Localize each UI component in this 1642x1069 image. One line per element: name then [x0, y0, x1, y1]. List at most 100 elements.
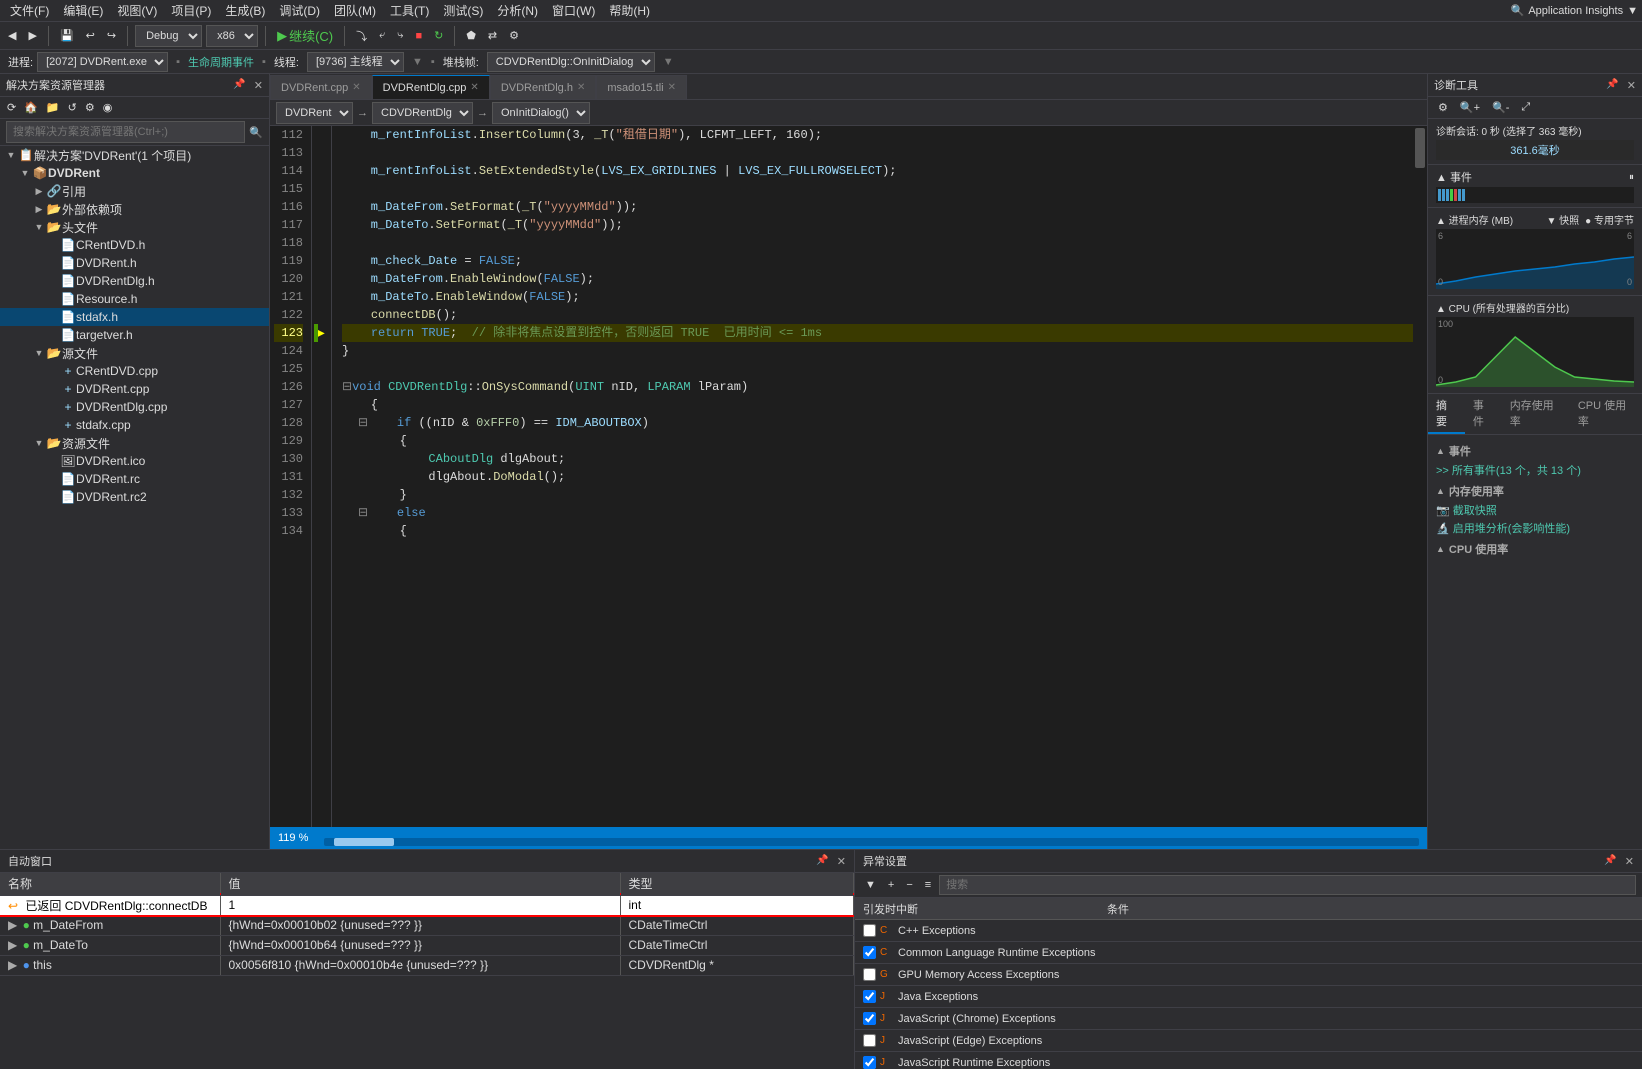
- thread-dropdown[interactable]: [9736] 主线程: [307, 52, 404, 72]
- undo-button[interactable]: ↩: [82, 27, 99, 44]
- exc-java-checkbox[interactable]: [863, 990, 876, 1003]
- vertical-scrollbar[interactable]: [1413, 126, 1427, 827]
- exc-js-chrome[interactable]: J JavaScript (Chrome) Exceptions: [855, 1008, 1642, 1030]
- exc-cpp-checkbox[interactable]: [863, 924, 876, 937]
- sync-button[interactable]: ⟳: [4, 99, 19, 116]
- solution-search-input[interactable]: [6, 121, 245, 143]
- menu-analyze[interactable]: 分析(N): [491, 0, 544, 21]
- tree-resource-files[interactable]: ▼ 📂 资源文件: [0, 434, 269, 452]
- nav-func-dropdown[interactable]: OnInitDialog(): [492, 102, 590, 124]
- expand-icon[interactable]: ▶: [8, 938, 17, 952]
- debug-options-button[interactable]: ⚙: [505, 27, 523, 44]
- tree-crentdvd-cpp[interactable]: + CRentDVD.cpp: [0, 362, 269, 380]
- tree-dvdrent-cpp[interactable]: + DVDRent.cpp: [0, 380, 269, 398]
- filter-btn[interactable]: ◉: [100, 99, 116, 116]
- tree-resource-h[interactable]: 📄 Resource.h: [0, 290, 269, 308]
- breakpoint-button[interactable]: ⬟: [462, 27, 480, 44]
- tree-dvdrent[interactable]: ▼ 📦 DVDRent: [0, 164, 269, 182]
- diag-fit-btn[interactable]: ⤢: [1517, 99, 1534, 116]
- tab-dvdrentdlg-h[interactable]: DVDRentDlg.h ✕: [490, 75, 597, 99]
- diag-settings-btn[interactable]: ⚙: [1434, 99, 1452, 116]
- menu-help[interactable]: 帮助(H): [603, 0, 656, 21]
- scrollbar-thumb[interactable]: [1415, 128, 1425, 168]
- auto-row-0[interactable]: ↩ 已返回 CDVDRentDlg::connectDB 1 int: [0, 895, 854, 915]
- close-panel-icon[interactable]: ✕: [254, 79, 263, 92]
- platform-dropdown[interactable]: x86: [206, 25, 258, 47]
- lifecycle-events-link[interactable]: 生命周期事件: [188, 54, 254, 70]
- exc-js-runtime-checkbox[interactable]: [863, 1056, 876, 1069]
- exc-clr-checkbox[interactable]: [863, 946, 876, 959]
- pin-icon[interactable]: 📌: [233, 79, 245, 92]
- new-solution-btn[interactable]: 🏠: [21, 99, 41, 116]
- exc-close-icon[interactable]: ✕: [1625, 855, 1634, 868]
- diag-tab-events[interactable]: 事件: [1465, 394, 1502, 434]
- stop-button[interactable]: ■: [411, 28, 426, 44]
- refresh-btn[interactable]: ↺: [65, 99, 80, 116]
- expand-icon[interactable]: ▶: [8, 958, 17, 972]
- restart-button[interactable]: ↻: [430, 27, 447, 44]
- back-button[interactable]: ◀: [4, 27, 20, 44]
- diag-zoom-out-btn[interactable]: 🔍-: [1488, 99, 1513, 116]
- save-all-button[interactable]: 💾: [56, 27, 78, 44]
- tree-dvdrent-rc[interactable]: 📄 DVDRent.rc: [0, 470, 269, 488]
- menu-project[interactable]: 项目(P): [165, 0, 217, 21]
- exc-pin-icon[interactable]: 📌: [1604, 855, 1616, 868]
- nav-member-dropdown[interactable]: CDVDRentDlg: [372, 102, 473, 124]
- tree-references[interactable]: ▶ 🔗 引用: [0, 182, 269, 200]
- exc-cpp[interactable]: C C++ Exceptions: [855, 920, 1642, 942]
- exc-edit-btn[interactable]: ≡: [921, 877, 935, 893]
- tab-dvdrent-cpp[interactable]: DVDRent.cpp ✕: [270, 75, 372, 99]
- step-into-button[interactable]: ⤶: [375, 27, 389, 44]
- tree-stdafx-h[interactable]: 📄 stdafx.h: [0, 308, 269, 326]
- tab-close-icon[interactable]: ✕: [577, 82, 585, 93]
- debug-config-dropdown[interactable]: Debug: [135, 25, 202, 47]
- horizontal-scroll[interactable]: [324, 831, 1419, 846]
- diag-tab-memory[interactable]: 内存使用率: [1502, 394, 1570, 434]
- exc-js-chrome-checkbox[interactable]: [863, 1012, 876, 1025]
- menu-tools[interactable]: 工具(T): [384, 0, 435, 21]
- tab-close-icon[interactable]: ✕: [470, 82, 478, 93]
- tree-dvdrent-h[interactable]: 📄 DVDRent.h: [0, 254, 269, 272]
- code-editor[interactable]: m_rentInfoList.InsertColumn(3, _T("租借日期"…: [332, 126, 1413, 827]
- tree-dvdrentdlg-cpp[interactable]: + DVDRentDlg.cpp: [0, 398, 269, 416]
- tree-source-files[interactable]: ▼ 📂 源文件: [0, 344, 269, 362]
- continue-button[interactable]: ▶ 继续(C): [273, 24, 337, 47]
- snapshot-link[interactable]: 📷 截取快照: [1436, 501, 1634, 519]
- menu-build[interactable]: 生成(B): [219, 0, 271, 21]
- all-events-link[interactable]: >> 所有事件(13 个，共 13 个): [1436, 461, 1634, 479]
- events-pause-btn[interactable]: ⏸: [1629, 172, 1634, 183]
- exc-js-edge-checkbox[interactable]: [863, 1034, 876, 1047]
- tree-dvdrentdlg-h[interactable]: 📄 DVDRentDlg.h: [0, 272, 269, 290]
- exc-js-edge[interactable]: J JavaScript (Edge) Exceptions: [855, 1030, 1642, 1052]
- step-over-button[interactable]: ⤵: [352, 26, 371, 46]
- app-insights-btn[interactable]: 🔍 Application Insights ▼: [1511, 4, 1638, 17]
- tab-msado15[interactable]: msado15.tli ✕: [596, 75, 687, 99]
- auto-row-1[interactable]: ▶ ● m_DateFrom {hWnd=0x00010b02 {unused=…: [0, 915, 854, 935]
- tree-headers[interactable]: ▼ 📂 头文件: [0, 218, 269, 236]
- menu-edit[interactable]: 编辑(E): [57, 0, 109, 21]
- exc-search-input[interactable]: [939, 875, 1636, 895]
- tab-close-icon[interactable]: ✕: [668, 82, 676, 93]
- exc-gpu-checkbox[interactable]: [863, 968, 876, 981]
- diag-tab-cpu[interactable]: CPU 使用率: [1570, 394, 1642, 434]
- exc-filter-btn[interactable]: ▼: [861, 877, 880, 893]
- tab-dvdrentdlg-cpp[interactable]: DVDRentDlg.cpp ✕: [372, 75, 490, 99]
- menu-window[interactable]: 窗口(W): [546, 0, 601, 21]
- tree-dvdrent-rc2[interactable]: 📄 DVDRent.rc2: [0, 488, 269, 506]
- tree-stdafx-cpp[interactable]: + stdafx.cpp: [0, 416, 269, 434]
- exc-java[interactable]: J Java Exceptions: [855, 986, 1642, 1008]
- exc-remove-btn[interactable]: −: [902, 877, 916, 893]
- auto-pin-icon[interactable]: 📌: [816, 855, 828, 868]
- step-out-button[interactable]: ⤷: [393, 27, 407, 44]
- diag-close-icon[interactable]: ✕: [1627, 79, 1636, 92]
- process-dropdown[interactable]: [2072] DVDRent.exe: [37, 52, 168, 72]
- expand-icon[interactable]: ▶: [8, 918, 17, 932]
- diag-pin-icon[interactable]: 📌: [1606, 79, 1618, 92]
- exc-gpu[interactable]: G GPU Memory Access Exceptions: [855, 964, 1642, 986]
- tree-targetver-h[interactable]: 📄 targetver.h: [0, 326, 269, 344]
- stack-dropdown[interactable]: CDVDRentDlg::OnInitDialog: [487, 52, 655, 72]
- exc-clr[interactable]: C Common Language Runtime Exceptions: [855, 942, 1642, 964]
- redo-button[interactable]: ↪: [103, 27, 120, 44]
- app-insights-dropdown-icon[interactable]: ▼: [1627, 5, 1638, 17]
- heap-analysis-link[interactable]: 🔬 启用堆分析(会影响性能): [1436, 519, 1634, 537]
